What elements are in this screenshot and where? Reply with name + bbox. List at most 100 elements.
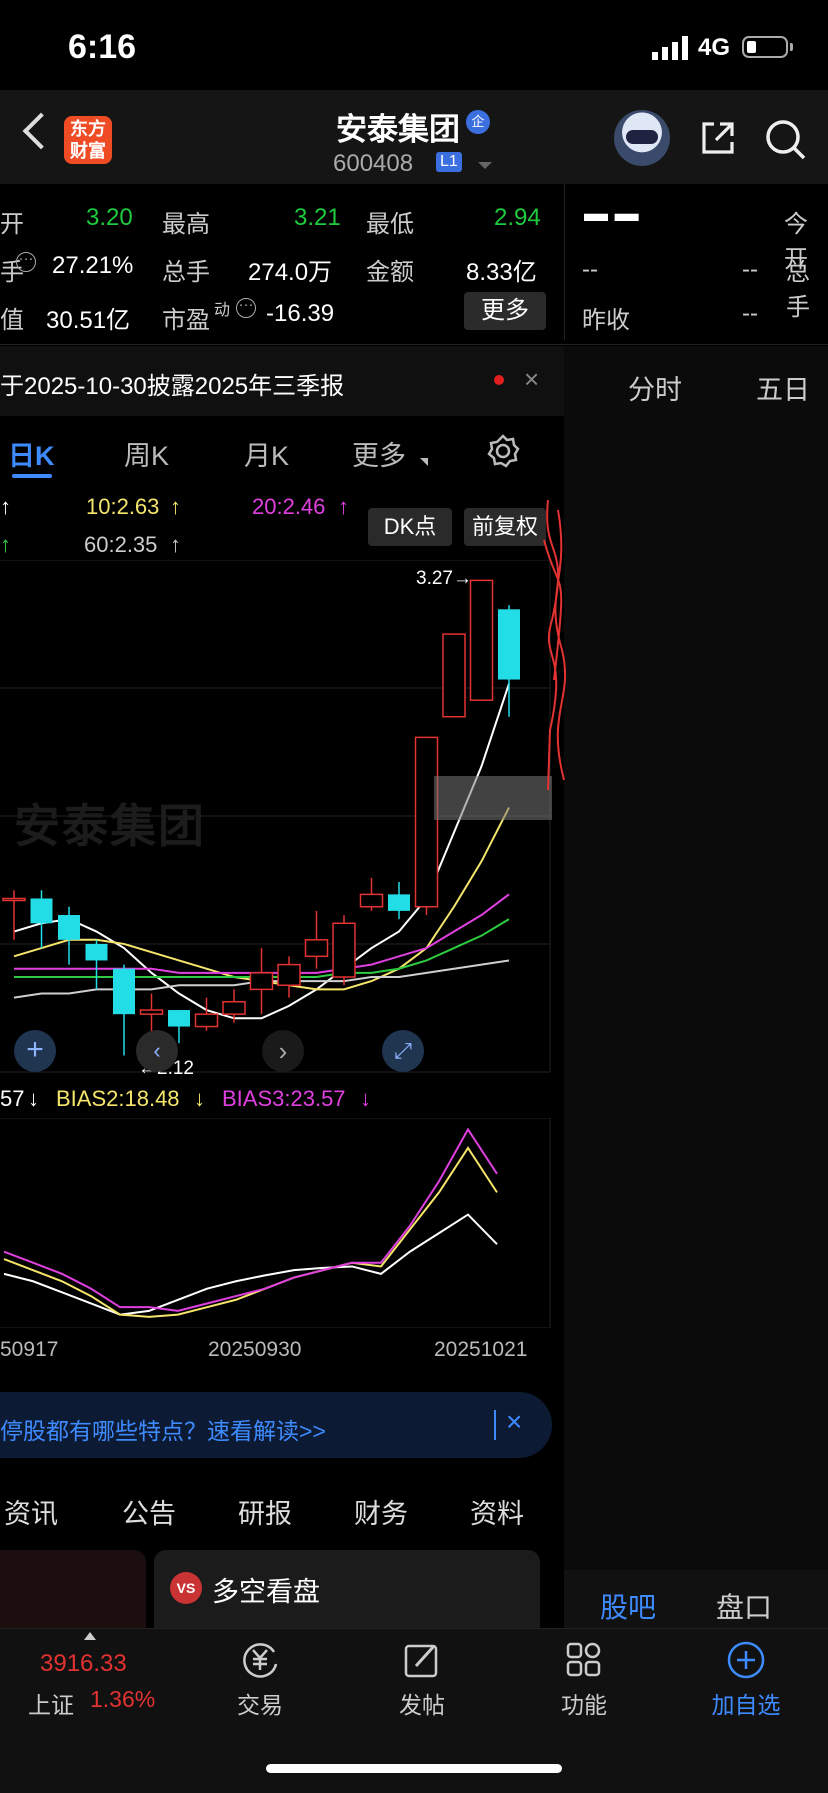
price-zone-highlight: [434, 776, 552, 820]
pe-value: -16.39: [266, 300, 335, 327]
pe-dynamic-sup: 动: [214, 302, 231, 319]
ai-assistant-icon[interactable]: [614, 110, 670, 166]
stock-code[interactable]: 600408: [333, 150, 413, 178]
ma5-arrow: ↑: [0, 494, 11, 519]
tab-research[interactable]: 研报: [238, 1492, 292, 1531]
tab-guba[interactable]: 股吧: [600, 1586, 656, 1626]
date-label: 20250930: [208, 1338, 302, 1361]
candle-body: [414, 736, 439, 908]
info-icon[interactable]: ···: [16, 251, 36, 272]
share-icon[interactable]: [700, 120, 736, 156]
tab-daily-k[interactable]: 日K: [8, 434, 55, 473]
open-label: 开: [0, 211, 24, 238]
close-icon[interactable]: ×: [524, 364, 539, 395]
plus-circle-icon[interactable]: [724, 1638, 768, 1682]
divider: [564, 184, 565, 340]
amount-value: 8.33亿: [466, 259, 537, 286]
trade-icon[interactable]: [238, 1638, 282, 1682]
tab-financials[interactable]: 财务: [354, 1492, 408, 1531]
ma20-arrow: ↑: [338, 494, 349, 519]
announcement-text[interactable]: 于2025-10-30披露2025年三季报: [0, 366, 344, 401]
low-label: 最低: [366, 211, 414, 238]
candle-body: [113, 968, 135, 1015]
divider: [494, 1410, 496, 1440]
bias2-arrow: ↓: [194, 1086, 205, 1111]
tab-intraday[interactable]: 分时: [628, 368, 682, 407]
grid-icon[interactable]: [562, 1638, 606, 1682]
nav-trade[interactable]: 交易: [220, 1686, 300, 1720]
nav-add-watchlist[interactable]: 加自选: [700, 1686, 792, 1720]
status-time: 6:16: [68, 28, 137, 66]
chevron-left-icon[interactable]: ‹: [136, 1030, 178, 1072]
bias3-value: BIAS3:23.57: [222, 1086, 346, 1111]
chevron-down-icon[interactable]: [478, 162, 492, 169]
info-icon[interactable]: ···: [236, 297, 256, 318]
price-adjust-button[interactable]: 前复权: [464, 508, 546, 546]
ma30-arrow: ↑: [0, 532, 11, 557]
network-type: 4G: [698, 34, 731, 61]
turnover-value: 27.21%: [52, 252, 134, 279]
corner-triangle-icon: [420, 458, 428, 466]
tab-announcements[interactable]: 公告: [122, 1492, 176, 1531]
index-change[interactable]: 1.36%: [90, 1686, 155, 1713]
tab-profile[interactable]: 资料: [470, 1492, 524, 1531]
candle-body: [139, 1009, 164, 1015]
bias-line-bias1: [3, 1213, 498, 1316]
tab-more[interactable]: 更多: [352, 434, 406, 473]
index-name[interactable]: 上证: [28, 1686, 74, 1720]
unread-dot: [494, 375, 504, 385]
ma10-arrow: ↑: [170, 494, 181, 519]
candle-body: [332, 922, 356, 978]
bias1-value: 57: [0, 1086, 25, 1111]
add-drawing-button[interactable]: +: [14, 1030, 56, 1072]
high-label: 最高: [162, 211, 210, 238]
volume-value: 274.0万: [248, 259, 333, 286]
right-panel: [564, 346, 828, 1570]
close-icon[interactable]: ×: [506, 1406, 522, 1438]
nav-functions[interactable]: 功能: [544, 1686, 624, 1720]
home-indicator: [266, 1764, 562, 1773]
candle-body: [304, 939, 329, 958]
ma20-value: 20:2.46: [252, 494, 326, 519]
watermark: 安泰集团: [14, 800, 206, 852]
promo-card[interactable]: [0, 1550, 146, 1630]
stock-name: 安泰集团: [336, 112, 460, 147]
bull-bear-title[interactable]: 多空看盘: [212, 1570, 320, 1609]
expand-icon[interactable]: ⤢: [382, 1030, 424, 1072]
tab-news[interactable]: 资讯: [4, 1492, 58, 1531]
volume-label: 总手: [162, 259, 210, 286]
bias-indicator-chart[interactable]: [0, 1118, 552, 1328]
open-value: 3.20: [86, 204, 133, 231]
candle-body: [442, 633, 466, 718]
low-value: 2.94: [494, 204, 541, 231]
prev-close-value: --: [742, 300, 758, 327]
nav-post[interactable]: 发帖: [382, 1686, 462, 1720]
hint-text[interactable]: 停股都有哪些特点？速看解读>>: [0, 1412, 326, 1446]
high-value: 3.21: [294, 204, 341, 231]
date-label: 20251021: [434, 1338, 528, 1361]
enterprise-badge: 企: [466, 110, 490, 134]
tab-order-book[interactable]: 盘口: [716, 1586, 772, 1626]
marketcap-value: 30.51亿: [46, 307, 131, 334]
prev-close-label: 昨收: [582, 307, 630, 334]
level-badge[interactable]: L1: [436, 152, 462, 172]
battery-tip: [790, 43, 793, 51]
bias2-value: BIAS2:18.48: [56, 1086, 180, 1111]
tab-five-day[interactable]: 五日: [756, 368, 810, 407]
candle-body: [85, 943, 108, 961]
tab-monthly-k[interactable]: 月K: [244, 434, 289, 473]
more-quote-button[interactable]: 更多: [464, 292, 546, 330]
dk-point-button[interactable]: DK点: [368, 508, 452, 546]
candle-body: [359, 893, 384, 908]
tab-weekly-k[interactable]: 周K: [124, 434, 169, 473]
candle-body: [277, 963, 301, 986]
chevron-right-icon[interactable]: ›: [262, 1030, 304, 1072]
search-icon[interactable]: [764, 118, 808, 162]
gear-icon[interactable]: [486, 434, 520, 468]
index-value[interactable]: 3916.33: [40, 1650, 127, 1678]
expand-up-icon[interactable]: [84, 1632, 96, 1640]
battery-icon: [742, 36, 788, 58]
post-icon[interactable]: [400, 1638, 444, 1682]
vs-icon: VS: [170, 1572, 202, 1604]
eastmoney-logo[interactable]: 东方 财富: [64, 116, 112, 164]
